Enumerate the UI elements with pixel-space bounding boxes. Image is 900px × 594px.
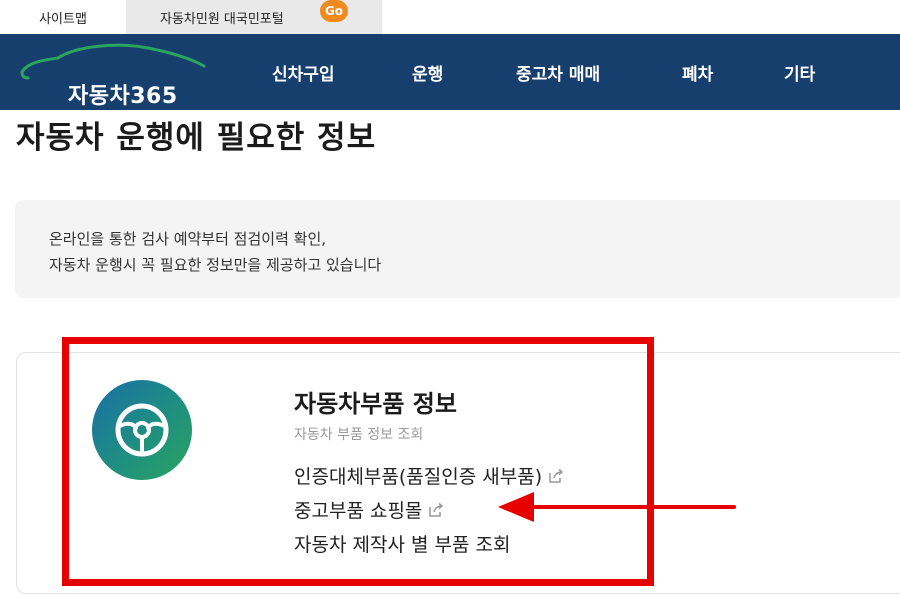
- portal-label: 자동차민원 대국민포털: [160, 11, 284, 27]
- nav-scrap[interactable]: 폐차: [682, 34, 713, 110]
- go-button[interactable]: Go: [320, 0, 348, 22]
- nav-etc[interactable]: 기타: [784, 34, 815, 110]
- nav-label: 기타: [784, 64, 816, 85]
- intro-line: 온라인을 통한 검사 예약부터 점검이력 확인,: [49, 230, 327, 248]
- portal-tab[interactable]: 자동차민원 대국민포털 Go: [126, 0, 382, 34]
- intro-line: 자동차 운행시 꼭 필요한 정보만을 제공하고 있습니다: [49, 256, 382, 274]
- nav-new-car[interactable]: 신차구입: [272, 34, 335, 110]
- main-header: 자동차365 신차구입 운행 중고차 매매 폐차 기타: [0, 34, 900, 110]
- nav-used-car[interactable]: 중고차 매매: [516, 34, 600, 110]
- page-title: 자동차 운행에 필요한 정보: [16, 120, 377, 156]
- nav-driving[interactable]: 운행: [412, 34, 443, 110]
- nav-label: 신차구입: [272, 64, 335, 85]
- logo-text: 자동차365: [68, 84, 178, 109]
- nav-label: 중고차 매매: [516, 64, 601, 85]
- highlight-box: [62, 337, 654, 586]
- nav-label: 운행: [412, 64, 444, 85]
- sitemap-label: 사이트맵: [39, 11, 87, 27]
- intro-box: 온라인을 통한 검사 예약부터 점검이력 확인, 자동차 운행시 꼭 필요한 정…: [15, 200, 900, 298]
- sitemap-link[interactable]: 사이트맵: [0, 0, 126, 34]
- nav-label: 폐차: [682, 64, 714, 85]
- red-arrow-annotation: [498, 492, 736, 522]
- top-utility-bar: 사이트맵 자동차민원 대국민포털 Go: [0, 0, 900, 34]
- site-logo[interactable]: 자동차365: [18, 40, 208, 109]
